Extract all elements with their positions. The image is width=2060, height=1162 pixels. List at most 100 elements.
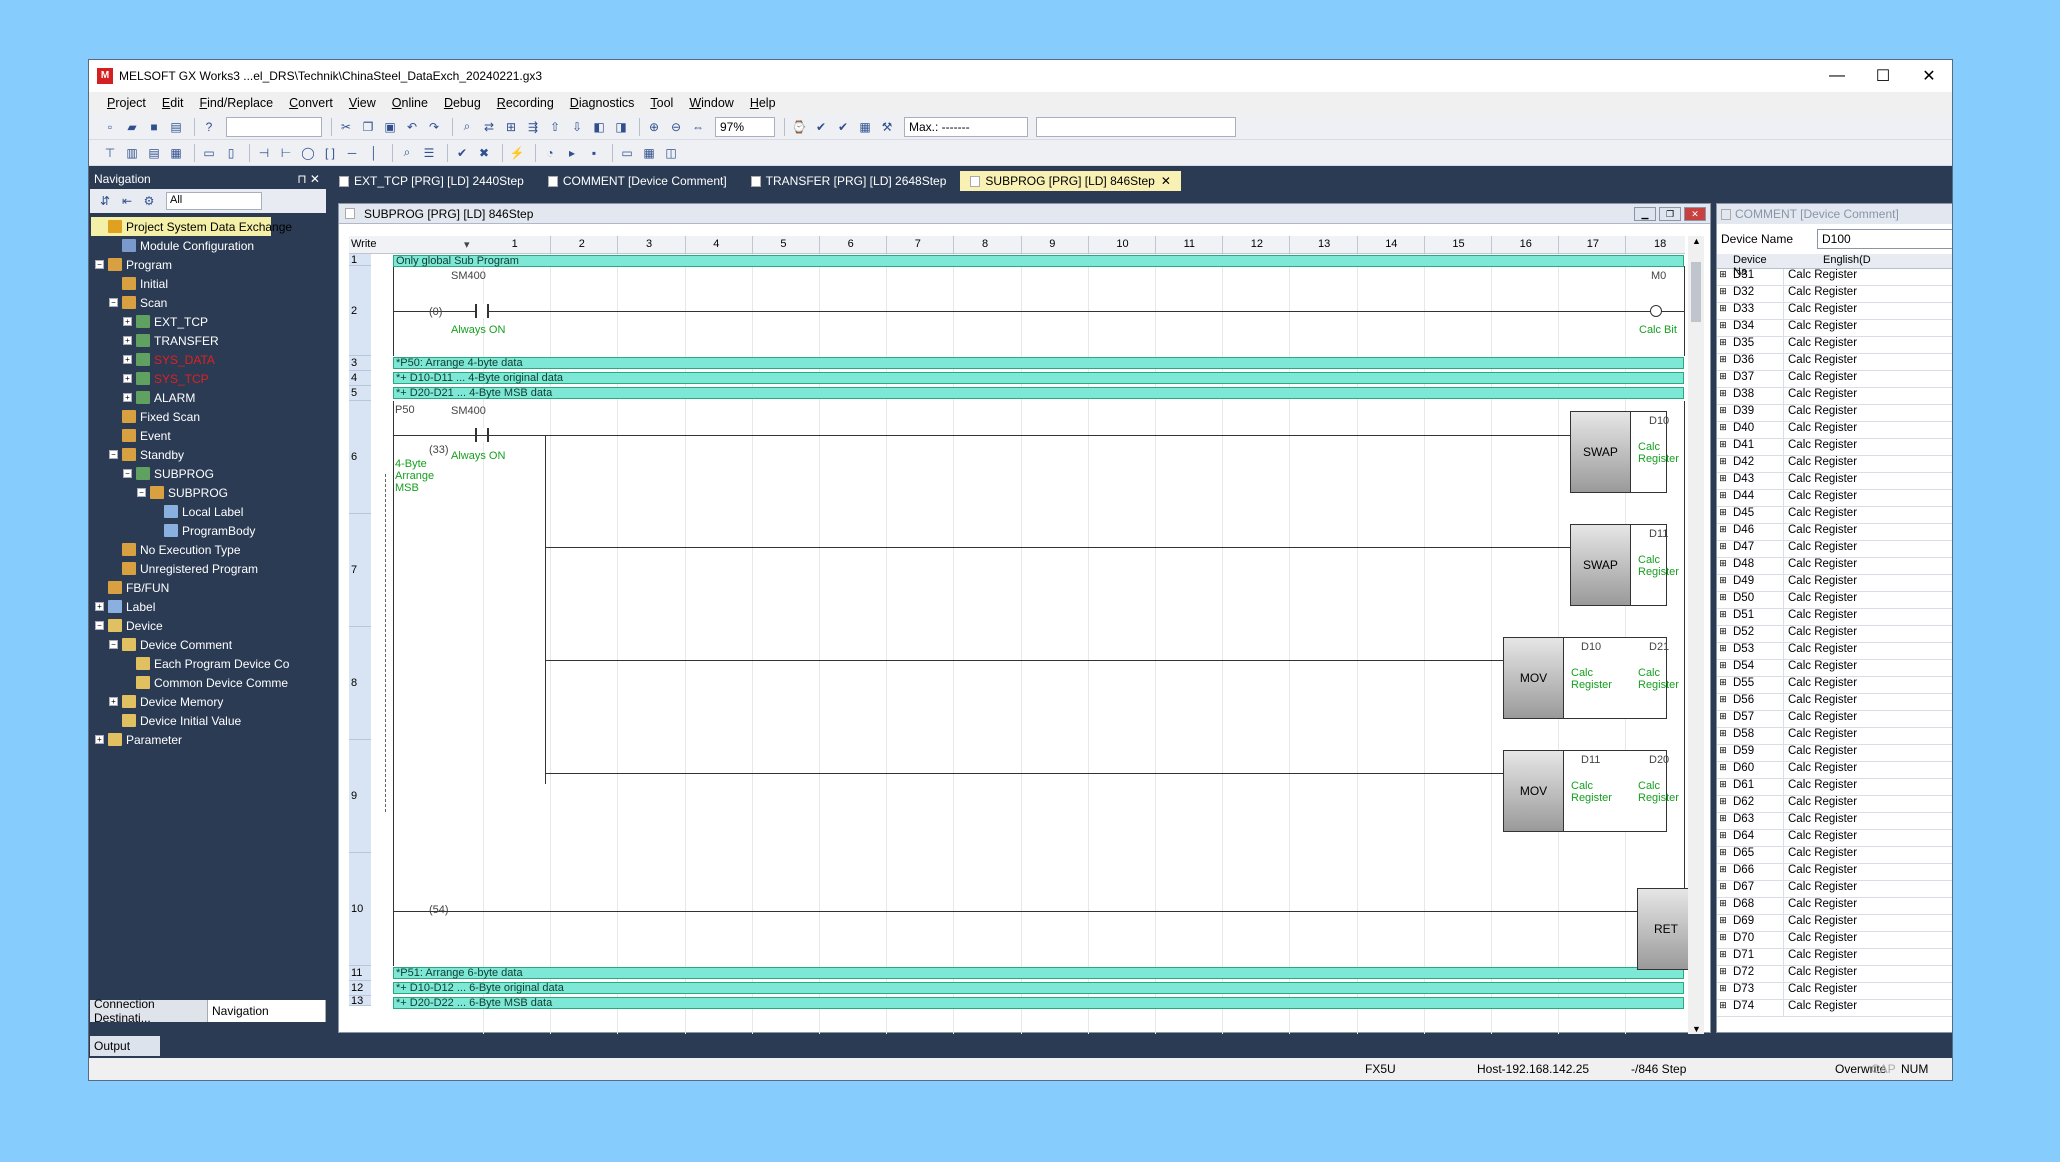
table-row[interactable]: ⊞ D72 Calc Register (1717, 966, 1952, 983)
max-select[interactable]: Max.: ------- (904, 116, 1028, 137)
cell-comment[interactable]: Calc Register (1783, 626, 1952, 642)
option-select[interactable] (1036, 116, 1236, 137)
expand-icon[interactable]: ⊞ (1717, 303, 1729, 319)
table-row[interactable]: ⊞ D41 Calc Register (1717, 439, 1952, 456)
cell-comment[interactable]: Calc Register (1783, 643, 1952, 659)
replace-icon[interactable]: ⇄ (480, 118, 498, 136)
table-row[interactable]: ⊞ D61 Calc Register (1717, 779, 1952, 796)
statement-comment[interactable]: *+ D20-D21 ... 4-Byte MSB data (393, 387, 1684, 399)
maximize-button[interactable]: ☐ (1860, 60, 1906, 92)
diag-icon[interactable]: ▦ (856, 118, 874, 136)
expand-icon[interactable]: ⊞ (1717, 915, 1729, 931)
tree-item[interactable]: No Execution Type (91, 540, 324, 559)
cell-comment[interactable]: Calc Register (1783, 932, 1952, 948)
statement-comment[interactable]: *+ D20-D22 ... 6-Byte MSB data (393, 997, 1684, 1009)
table-row[interactable]: ⊞ D67 Calc Register (1717, 881, 1952, 898)
cell-comment[interactable]: Calc Register (1783, 422, 1952, 438)
statement-comment[interactable]: *P51: Arrange 6-byte data (393, 967, 1684, 979)
expand-icon[interactable]: ⊞ (1717, 558, 1729, 574)
cell-comment[interactable]: Calc Register (1783, 320, 1952, 336)
view-icon[interactable]: ▭ (200, 144, 218, 162)
tree-item[interactable]: + SYS_TCP (91, 369, 324, 388)
close-button[interactable]: ✕ (1906, 60, 1952, 92)
tree-item[interactable]: − Device Comment (91, 635, 324, 654)
table-row[interactable]: ⊞ D45 Calc Register (1717, 507, 1952, 524)
row-number[interactable]: 13 (349, 995, 371, 1007)
col-device-name[interactable]: Device Na (1729, 254, 1783, 278)
zoom-in-icon[interactable]: ⊕ (645, 118, 663, 136)
tree-item[interactable]: + EXT_TCP (91, 312, 324, 331)
expand-icon[interactable]: ⊞ (1717, 541, 1729, 557)
expand-icon[interactable]: ⊞ (1717, 694, 1729, 710)
cell-comment[interactable]: Calc Register (1783, 575, 1952, 591)
tree-item[interactable]: − SUBPROG (91, 483, 324, 502)
contact-no[interactable] (475, 304, 489, 318)
table-row[interactable]: ⊞ D43 Calc Register (1717, 473, 1952, 490)
expand-icon[interactable]: ⊞ (1717, 371, 1729, 387)
zoom-select[interactable]: 97% (715, 116, 775, 137)
contact-nc-icon[interactable]: ⊢ (277, 144, 295, 162)
tree-item[interactable]: − Program (91, 255, 324, 274)
menu-diagnostics[interactable]: Diagnostics (570, 96, 635, 110)
expand-icon[interactable]: ⊞ (1717, 660, 1729, 676)
tab-connection-destination[interactable]: Connection Destinati... (90, 997, 208, 1025)
expander-icon[interactable]: + (123, 336, 132, 345)
expand-icon[interactable]: ⊞ (1717, 1000, 1729, 1016)
tree-item[interactable]: Local Label (91, 502, 324, 521)
menu-tool[interactable]: Tool (650, 96, 673, 110)
cell-comment[interactable]: Calc Register (1783, 881, 1952, 897)
table-row[interactable]: ⊞ D50 Calc Register (1717, 592, 1952, 609)
stop-icon[interactable]: ▪ (585, 144, 603, 162)
table-row[interactable]: ⊞ D68 Calc Register (1717, 898, 1952, 915)
table-row[interactable]: ⊞ D69 Calc Register (1717, 915, 1952, 932)
expand-icon[interactable]: ⊞ (1717, 643, 1729, 659)
expander-icon[interactable]: + (123, 355, 132, 364)
vline-icon[interactable]: │ (365, 144, 383, 162)
menu-online[interactable]: Online (392, 96, 428, 110)
cell-comment[interactable]: Calc Register (1783, 456, 1952, 472)
cell-comment[interactable]: Calc Register (1783, 388, 1952, 404)
table-row[interactable]: ⊞ D70 Calc Register (1717, 932, 1952, 949)
ladder-area[interactable]: 1 2 3 4 5 6 7 8 9 10 11 12 13 Only global Sub Program… (349, 254, 1695, 1034)
cell-comment[interactable]: Calc Register (1783, 949, 1952, 965)
coil-icon[interactable]: ◯ (299, 144, 317, 162)
chevron-down-icon[interactable]: ▾ (464, 238, 470, 251)
watch-icon[interactable]: ◔ (541, 144, 559, 162)
tab-document[interactable]: TRANSFER [PRG] [LD] 2648Step (741, 171, 957, 191)
expand-icon[interactable]: ⊞ (1717, 626, 1729, 642)
module-icon[interactable]: ▥ (123, 144, 141, 162)
cut-icon[interactable]: ✂ (337, 118, 355, 136)
split-icon[interactable]: ▯ (222, 144, 240, 162)
cell-comment[interactable]: Calc Register (1783, 898, 1952, 914)
expander-icon[interactable]: + (123, 374, 132, 383)
cell-comment[interactable]: Calc Register (1783, 728, 1952, 744)
cell-comment[interactable]: Calc Register (1783, 286, 1952, 302)
cell-comment[interactable]: Calc Register (1783, 303, 1952, 319)
statement-comment[interactable]: *+ D10-D12 ... 6-Byte original data (393, 982, 1684, 994)
menu-help[interactable]: Help (750, 96, 776, 110)
instruction-icon[interactable]: [ ] (321, 144, 339, 162)
line-icon[interactable]: ─ (343, 144, 361, 162)
row-number[interactable]: 8 (349, 627, 371, 740)
expand-icon[interactable]: ⊞ (1717, 592, 1729, 608)
cell-comment[interactable]: Calc Register (1783, 269, 1952, 285)
table-row[interactable]: ⊞ D58 Calc Register (1717, 728, 1952, 745)
cell-comment[interactable]: Calc Register (1783, 524, 1952, 540)
tree-item[interactable]: + Device Memory (91, 692, 324, 711)
layout-icon[interactable]: ▭ (618, 144, 636, 162)
expand-icon[interactable]: ⊞ (1717, 524, 1729, 540)
table-row[interactable]: ⊞ D40 Calc Register (1717, 422, 1952, 439)
search-combo[interactable] (226, 116, 322, 137)
cell-comment[interactable]: Calc Register (1783, 609, 1952, 625)
tab-close-icon[interactable]: ✕ (1161, 174, 1171, 188)
expand-icon[interactable]: ⊞ (1717, 490, 1729, 506)
row-number[interactable]: 6 (349, 401, 371, 514)
ret-instruction[interactable]: RET (1637, 888, 1695, 970)
tree-item[interactable]: Unregistered Program (91, 559, 324, 578)
editor-minimize-button[interactable]: ▁ (1634, 207, 1656, 221)
cell-comment[interactable]: Calc Register (1783, 490, 1952, 506)
mode-label[interactable]: Write (351, 238, 376, 250)
tree-item[interactable]: Initial (91, 274, 324, 293)
expand-icon[interactable]: ⊞ (1717, 966, 1729, 982)
label-icon[interactable]: ▦ (167, 144, 185, 162)
